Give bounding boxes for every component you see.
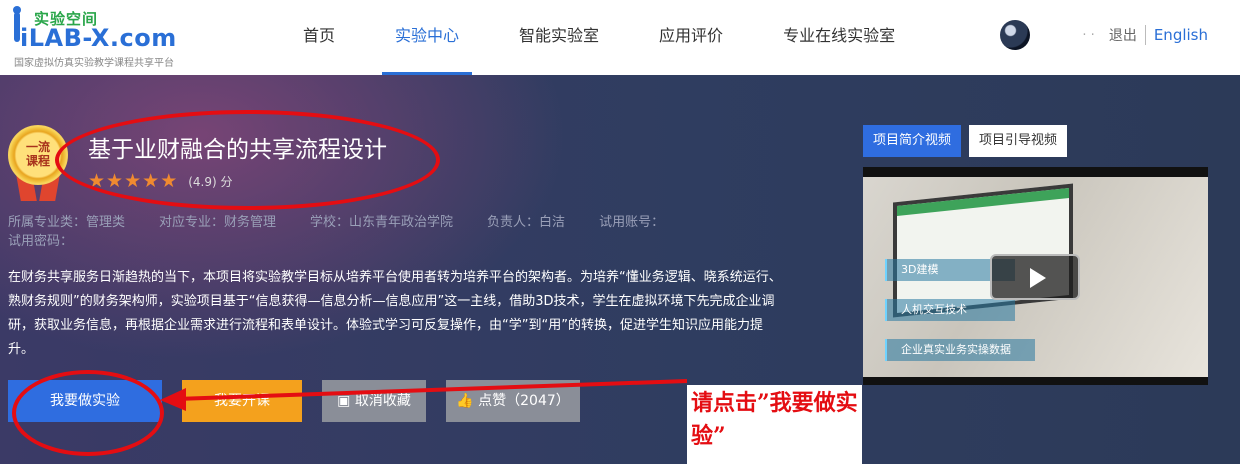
video-feature-hci: 人机交互技术 [885, 299, 1015, 321]
logo-subtitle: 国家虚拟仿真实验教学课程共享平台 [14, 58, 174, 69]
meta-trial-password: 试用密码： [8, 234, 74, 249]
tab-guide-video[interactable]: 项目引导视频 [969, 125, 1068, 157]
unfavorite-label: 取消收藏 [354, 393, 411, 409]
nav-evaluation[interactable]: 应用评价 [646, 0, 736, 75]
nav-experiment-center[interactable]: 实验中心 [382, 0, 473, 75]
video-player[interactable]: 3D建模 人机交互技术 企业真实业务实操数据 [863, 167, 1208, 385]
play-icon[interactable] [990, 254, 1080, 300]
unfavorite-button[interactable]: ▣ 取消收藏 [322, 380, 426, 422]
username[interactable]: · · [1082, 28, 1094, 43]
project-meta: 所属专业类：管理类 对应专业：财务管理 学校：山东青年政治学院 负责人：白洁 试用账号：… [8, 213, 748, 251]
project-description: 在财务共享服务日渐趋热的当下，本项目将实验教学目标从培养平台使用者转为培养平台的… [8, 270, 782, 357]
meta-owner: 负责人：白洁 [487, 215, 566, 230]
language-english-link[interactable]: English [1146, 26, 1208, 44]
title-highlight-ellipse [55, 110, 440, 210]
top-header: 实验空间 iLAB-X.com 国家虚拟仿真实验教学课程共享平台 首页 实验中心… [0, 0, 1240, 75]
nav-online-lab[interactable]: 专业在线实验室 [770, 0, 908, 75]
like-button[interactable]: 👍 点赞（2047） [446, 380, 580, 422]
meta-trial-account: 试用账号： [599, 215, 665, 230]
meta-school: 学校：山东青年政治学院 [310, 215, 454, 230]
video-feature-data: 企业真实业务实操数据 [885, 339, 1035, 361]
site-logo[interactable]: 实验空间 iLAB-X.com 国家虚拟仿真实验教学课程共享平台 [10, 6, 210, 69]
logo-en-text: iLAB-X.com [20, 24, 177, 52]
logout-link[interactable]: 退出 [1109, 25, 1146, 45]
bookmark-icon: ▣ [337, 393, 351, 409]
meta-major: 对应专业：财务管理 [159, 215, 277, 230]
annotation-callout: 请点击”我要做实验” [687, 385, 862, 464]
user-area: · · 退出 English [1000, 20, 1208, 50]
meta-category: 所属专业类：管理类 [8, 215, 126, 230]
like-label: 点赞（2047） [478, 393, 570, 409]
video-tabs: 项目简介视频 项目引导视频 [863, 125, 1075, 157]
button-highlight-ellipse [12, 370, 164, 456]
main-nav: 首页 实验中心 智能实验室 应用评价 专业在线实验室 [290, 0, 942, 75]
avatar[interactable] [1000, 20, 1031, 50]
nav-smart-lab[interactable]: 智能实验室 [506, 0, 612, 75]
nav-home[interactable]: 首页 [290, 0, 348, 75]
thumbs-up-icon: 👍 [456, 393, 474, 409]
open-course-button[interactable]: 我要开课 [182, 380, 302, 422]
tab-intro-video[interactable]: 项目简介视频 [863, 125, 962, 157]
